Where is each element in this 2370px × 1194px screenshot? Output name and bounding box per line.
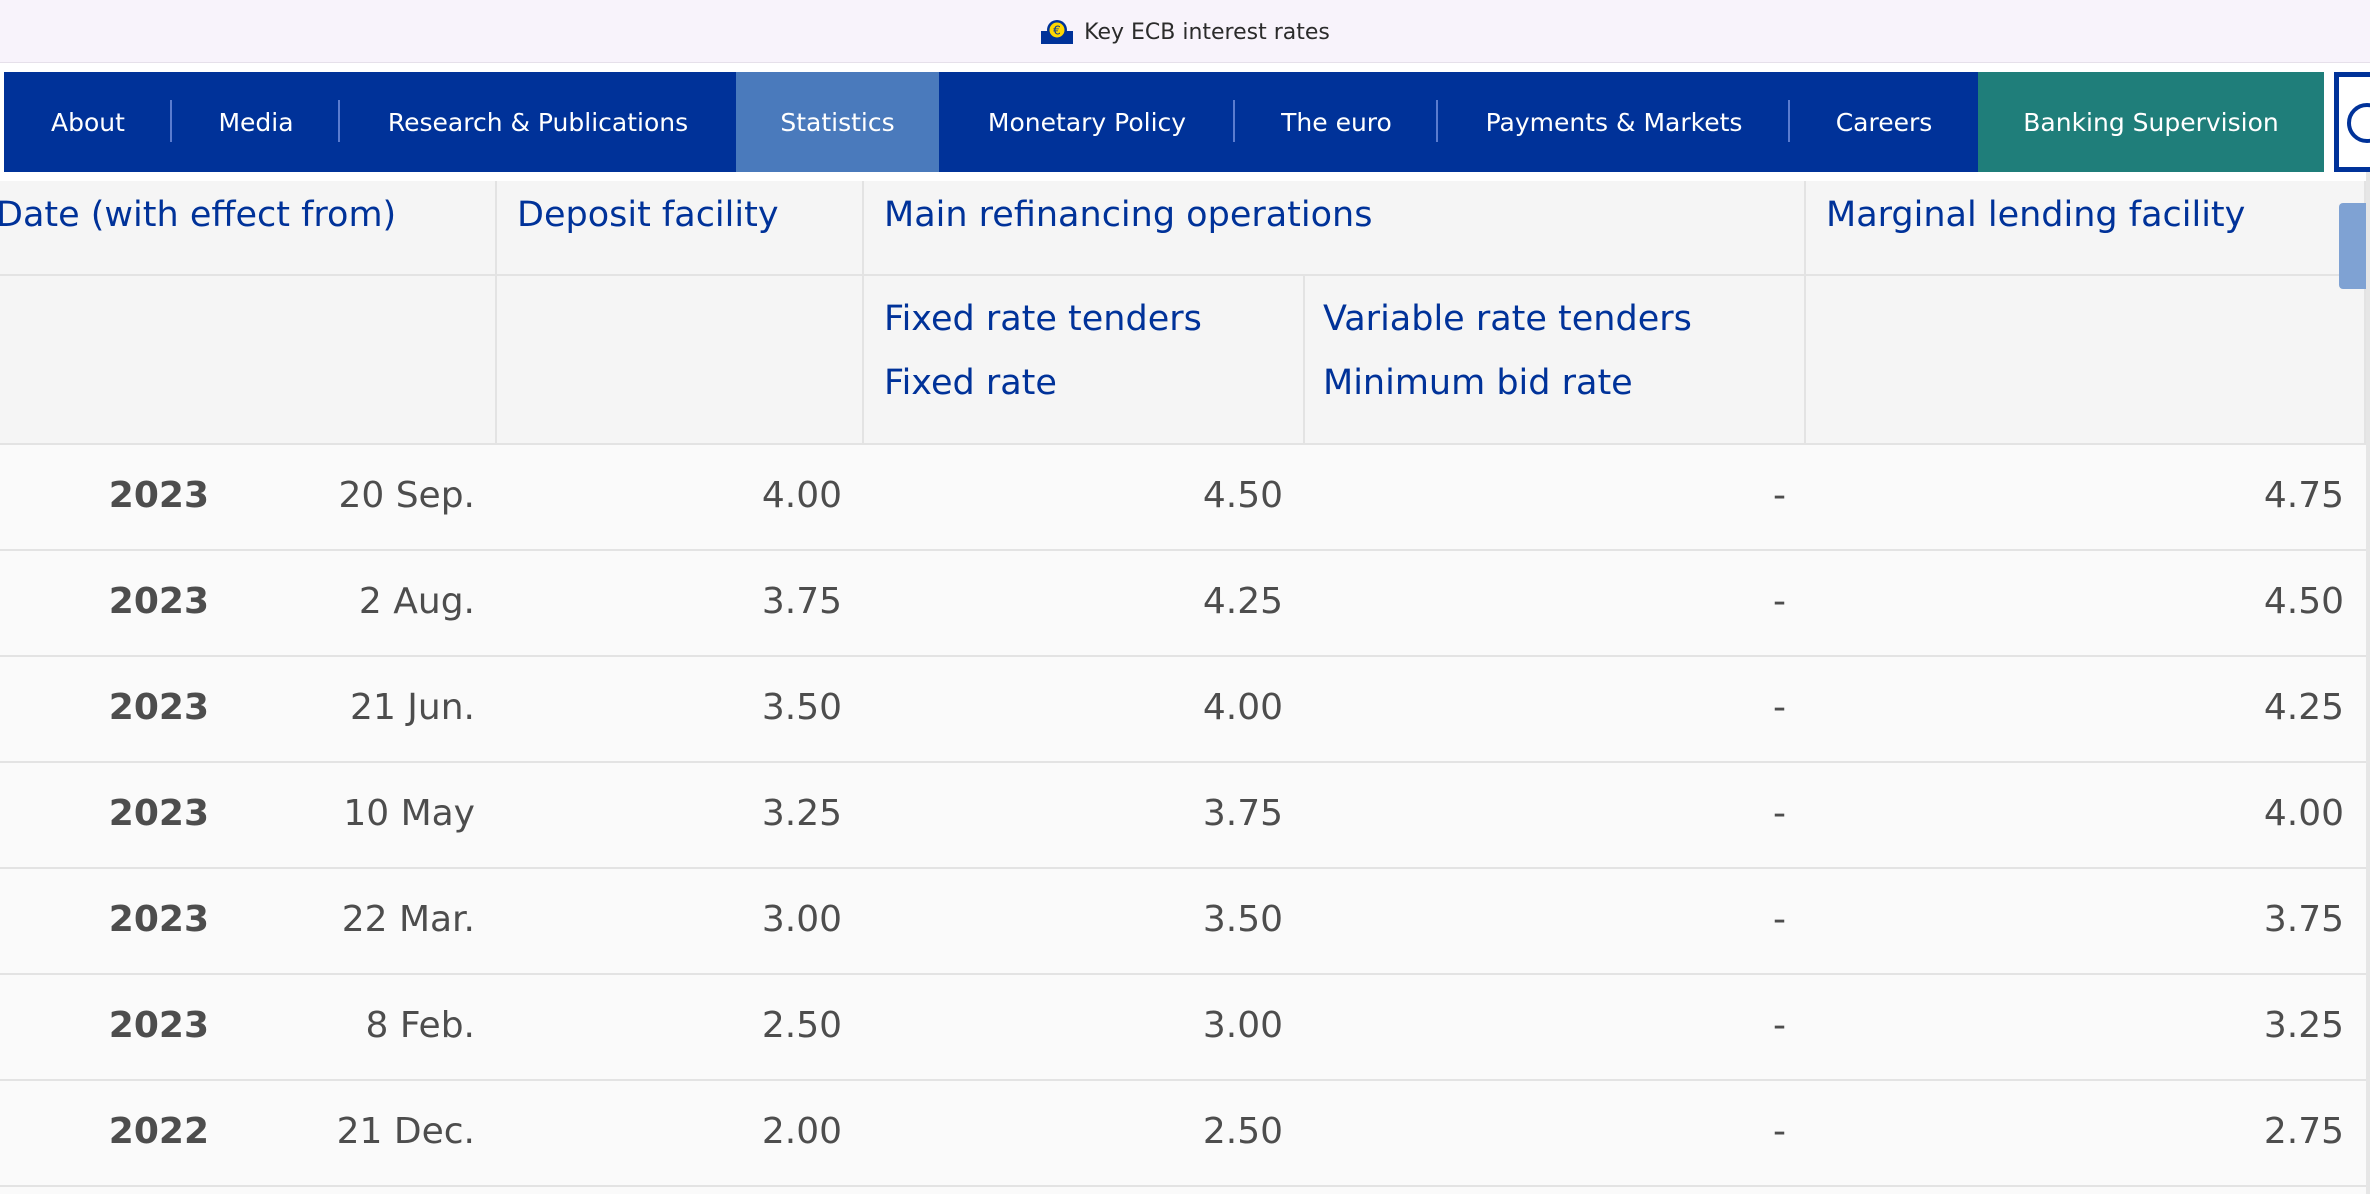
- table-row: [0, 975, 2366, 1081]
- header-fixed-rate: Fixed rate: [884, 363, 1057, 403]
- cell-minimum-bid-rate: -: [1773, 475, 1786, 516]
- window-titlebar: € Key ECB interest rates: [0, 0, 2370, 63]
- cell-date: 21 Jun.: [350, 687, 475, 728]
- nav-item-label: About: [51, 107, 125, 137]
- key-ecb-rates-table: Date (with effect from) Deposit facility…: [0, 181, 2370, 1194]
- nav-item-payments-markets[interactable]: Payments & Markets: [1438, 72, 1790, 172]
- row-divider: [0, 1185, 2366, 1187]
- cell-deposit-facility: 2.50: [761, 1005, 842, 1046]
- cell-deposit-facility: 3.75: [761, 581, 842, 622]
- cell-deposit-facility: 4.00: [761, 475, 842, 516]
- main-navigation: About Media Research & Publications Stat…: [4, 72, 2324, 172]
- cell-minimum-bid-rate: -: [1773, 1111, 1786, 1152]
- nav-item-monetary-policy[interactable]: Monetary Policy: [939, 72, 1235, 172]
- cell-year: 2023: [108, 793, 209, 834]
- cell-fixed-rate: 4.00: [1202, 687, 1283, 728]
- nav-item-the-euro[interactable]: The euro: [1235, 72, 1438, 172]
- cell-fixed-rate: 3.50: [1202, 899, 1283, 940]
- cell-fixed-rate: 4.50: [1202, 475, 1283, 516]
- cell-date: 21 Dec.: [336, 1111, 475, 1152]
- table-row: [0, 551, 2366, 657]
- cell-marginal-lending-facility: 3.25: [2263, 1005, 2344, 1046]
- cell-minimum-bid-rate: -: [1773, 793, 1786, 834]
- cell-marginal-lending-facility: 3.75: [2263, 899, 2344, 940]
- header-divider: [1303, 276, 1305, 445]
- cell-date: 8 Feb.: [365, 1005, 475, 1046]
- nav-item-careers[interactable]: Careers: [1790, 72, 1978, 172]
- cell-fixed-rate: 3.00: [1202, 1005, 1283, 1046]
- search-icon: [2347, 103, 2370, 143]
- header-marginal-lending-facility: Marginal lending facility: [1826, 195, 2246, 235]
- header-variable-rate-tenders: Variable rate tenders: [1323, 299, 1692, 339]
- nav-item-statistics[interactable]: Statistics: [736, 72, 939, 172]
- nav-item-media[interactable]: Media: [172, 72, 340, 172]
- cell-year: 2022: [108, 1111, 209, 1152]
- cell-year: 2023: [108, 475, 209, 516]
- window-title: Key ECB interest rates: [1084, 19, 1330, 45]
- nav-item-label: Payments & Markets: [1485, 107, 1743, 137]
- nav-item-research-publications[interactable]: Research & Publications: [340, 72, 736, 172]
- cell-date: 2 Aug.: [358, 581, 475, 622]
- cell-year: 2023: [108, 899, 209, 940]
- cell-marginal-lending-facility: 4.75: [2263, 475, 2344, 516]
- nav-item-label: Monetary Policy: [987, 107, 1187, 137]
- cell-deposit-facility: 3.25: [761, 793, 842, 834]
- cell-deposit-facility: 2.00: [761, 1111, 842, 1152]
- nav-item-label: Banking Supervision: [2023, 107, 2279, 137]
- header-divider: [862, 181, 864, 445]
- header-divider: [1804, 181, 1806, 445]
- cell-marginal-lending-facility: 4.50: [2263, 581, 2344, 622]
- header-divider: [495, 181, 497, 445]
- nav-item-banking-supervision[interactable]: Banking Supervision: [1978, 72, 2324, 172]
- search-button[interactable]: [2334, 72, 2370, 172]
- cell-marginal-lending-facility: 4.25: [2263, 687, 2344, 728]
- cell-fixed-rate: 4.25: [1202, 581, 1283, 622]
- nav-item-label: Research & Publications: [387, 107, 689, 137]
- cell-minimum-bid-rate: -: [1773, 899, 1786, 940]
- header-main-refinancing-operations: Main refinancing operations: [884, 195, 1373, 235]
- cell-deposit-facility: 3.00: [761, 899, 842, 940]
- cell-deposit-facility: 3.50: [761, 687, 842, 728]
- nav-item-about[interactable]: About: [4, 72, 172, 172]
- cell-minimum-bid-rate: -: [1773, 581, 1786, 622]
- header-date: Date (with effect from): [0, 195, 397, 235]
- page-scroll-edge: [2366, 172, 2370, 1194]
- nav-item-label: Media: [218, 107, 294, 137]
- nav-item-label: The euro: [1281, 107, 1392, 137]
- nav-item-label: Careers: [1835, 107, 1933, 137]
- header-fixed-rate-tenders: Fixed rate tenders: [884, 299, 1202, 339]
- cell-fixed-rate: 3.75: [1202, 793, 1283, 834]
- header-row-divider: [0, 274, 2366, 276]
- cell-year: 2023: [108, 687, 209, 728]
- cell-minimum-bid-rate: -: [1773, 687, 1786, 728]
- header-deposit-facility: Deposit facility: [517, 195, 779, 235]
- header-minimum-bid-rate: Minimum bid rate: [1323, 363, 1633, 403]
- cell-year: 2023: [108, 581, 209, 622]
- cell-marginal-lending-facility: 2.75: [2263, 1111, 2344, 1152]
- ecb-euro-icon: €: [1040, 19, 1074, 45]
- cell-date: 22 Mar.: [341, 899, 475, 940]
- cell-minimum-bid-rate: -: [1773, 1005, 1786, 1046]
- cell-date: 10 May: [343, 793, 475, 834]
- cell-fixed-rate: 2.50: [1202, 1111, 1283, 1152]
- cell-date: 20 Sep.: [338, 475, 475, 516]
- svg-text:€: €: [1053, 24, 1061, 38]
- cell-year: 2023: [108, 1005, 209, 1046]
- nav-item-label: Statistics: [780, 107, 895, 137]
- cell-marginal-lending-facility: 4.00: [2263, 793, 2344, 834]
